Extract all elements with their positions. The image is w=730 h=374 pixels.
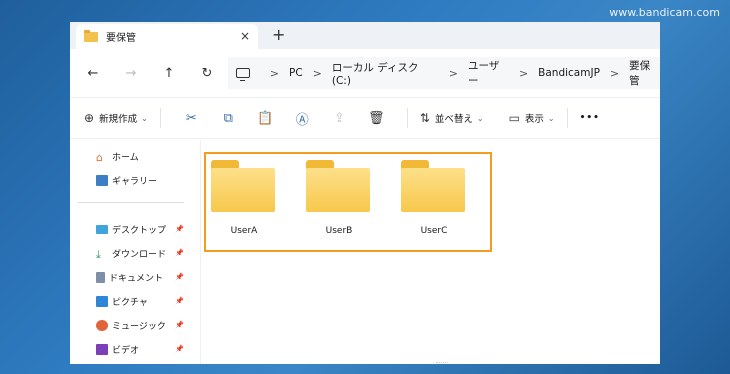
sidebar-item-label: ダウンロード [112,249,167,260]
divider [159,108,161,128]
pin-icon[interactable]: 📌 [175,345,184,353]
divider [566,108,568,128]
tab-title: 要保管 [106,33,136,44]
gallery-icon [96,174,108,186]
sidebar-item-label: ギャラリー [112,176,158,187]
pin-icon[interactable]: 📌 [175,297,184,305]
folder-label: UserA [230,226,258,236]
delete-icon[interactable]: 🗑 [358,111,395,126]
new-button[interactable]: ⊕ 新規作成 ⌄ [84,111,148,125]
new-tab-button[interactable]: + [272,25,285,44]
pane-splitter[interactable] [200,140,201,364]
sidebar-item-documents[interactable]: ドキュメント 📌 [70,265,200,289]
sidebar-item-gallery[interactable]: ギャラリー [70,168,200,192]
plus-circle-icon: ⊕ [84,111,95,125]
divider [496,108,497,128]
tab-strip: 要保管 × + [70,22,660,49]
navigation-bar: ← → ↑ ↻ > PC > ローカル ディスク (C:) > ユーザー > B… [70,49,660,97]
view-button-label: 表示 [524,114,544,125]
sidebar-item-home[interactable]: ⌂ ホーム [70,144,200,168]
picture-icon [96,295,108,307]
sidebar-item-label: ホーム [112,152,139,163]
content-area: ⌂ ホーム ギャラリー デスクトップ 📌 ⤓ ダウンロード 📌 ドキュメント 📌… [70,140,660,364]
scrollbar-indicator[interactable] [436,362,448,364]
music-icon [96,319,108,331]
sidebar-item-pictures[interactable]: ピクチャ 📌 [70,289,200,313]
pin-icon[interactable]: 📌 [175,321,184,329]
cut-icon[interactable]: ✂ [173,111,210,126]
address-bar[interactable]: > PC > ローカル ディスク (C:) > ユーザー > BandicamJ… [228,57,660,89]
sort-button[interactable]: ⇅ 並べ替え ⌄ [420,111,484,125]
command-bar: ⊕ 新規作成 ⌄ ✂ ⧉ 📋 Ⓐ ⇪ 🗑 ⇅ 並べ替え ⌄ ▭ 表示 ⌄ ••• [70,97,660,139]
sidebar-item-label: ミュージック [112,321,166,332]
forward-button[interactable]: → [116,66,146,81]
chevron-right-icon: > [518,66,529,80]
sidebar-item-label: デスクトップ [112,225,167,236]
share-icon[interactable]: ⇪ [321,111,358,126]
pin-icon[interactable]: 📌 [175,273,184,281]
sort-icon: ⇅ [419,111,430,125]
monitor-icon [236,68,250,81]
view-icon: ▭ [508,111,520,125]
folder-icon [401,168,465,212]
download-icon: ⤓ [96,247,101,261]
divider [406,108,408,128]
document-icon [96,271,105,283]
sidebar-item-desktop[interactable]: デスクトップ 📌 [70,217,200,241]
pin-icon[interactable]: 📌 [175,225,184,233]
breadcrumb-pc[interactable]: PC [289,67,303,79]
watermark: www.bandicam.com [609,6,720,19]
breadcrumb-current[interactable]: 要保管 [629,58,660,88]
more-options-icon[interactable]: ••• [580,113,600,123]
folder-icon [306,168,370,212]
folder-icon [211,168,275,212]
navigation-pane: ⌂ ホーム ギャラリー デスクトップ 📌 ⤓ ダウンロード 📌 ドキュメント 📌… [70,140,200,364]
sidebar-item-downloads[interactable]: ⤓ ダウンロード 📌 [70,241,200,265]
breadcrumb-bandicamjp[interactable]: BandicamJP [538,67,600,79]
sidebar-item-label: ピクチャ [112,297,148,308]
pin-icon[interactable]: 📌 [175,249,184,257]
chevron-down-icon: ⌄ [141,113,148,123]
chevron-down-icon: ⌄ [476,113,484,123]
close-tab-icon[interactable]: × [240,29,250,43]
sort-button-label: 並べ替え [434,114,473,125]
chevron-right-icon: > [609,66,620,80]
tab-active[interactable]: 要保管 × [76,24,258,49]
folder-selection-highlight: UserA UserB UserC [204,152,492,252]
chevron-down-icon: ⌄ [547,113,555,123]
folder-label: UserB [325,226,353,236]
sidebar-item-label: ビデオ [112,345,140,356]
chevron-right-icon: > [269,66,279,80]
back-button[interactable]: ← [78,66,108,81]
copy-icon[interactable]: ⧉ [210,111,247,126]
chevron-right-icon: > [312,66,322,80]
file-explorer-window: 要保管 × + ← → ↑ ↻ > PC > ローカル ディスク (C:) > … [70,22,660,364]
breadcrumb-users[interactable]: ユーザー [468,58,509,88]
refresh-button[interactable]: ↻ [192,66,222,81]
video-icon [96,343,108,355]
folder-icon [84,29,98,42]
rename-icon[interactable]: Ⓐ [284,109,321,128]
view-button[interactable]: ▭ 表示 ⌄ [509,111,555,125]
sidebar-item-music[interactable]: ミュージック 📌 [70,313,200,337]
folder-label: UserC [420,226,448,236]
chevron-right-icon: > [448,66,458,80]
breadcrumb-local-disk[interactable]: ローカル ディスク (C:) [332,60,439,87]
sidebar-item-videos[interactable]: ビデオ 📌 [70,337,200,361]
paste-icon[interactable]: 📋 [247,111,284,126]
up-button[interactable]: ↑ [154,66,184,81]
new-button-label: 新規作成 [99,114,138,125]
home-icon: ⌂ [96,150,103,164]
divider [78,202,184,203]
desktop-icon [96,224,108,234]
sidebar-item-label: ドキュメント [109,273,164,284]
